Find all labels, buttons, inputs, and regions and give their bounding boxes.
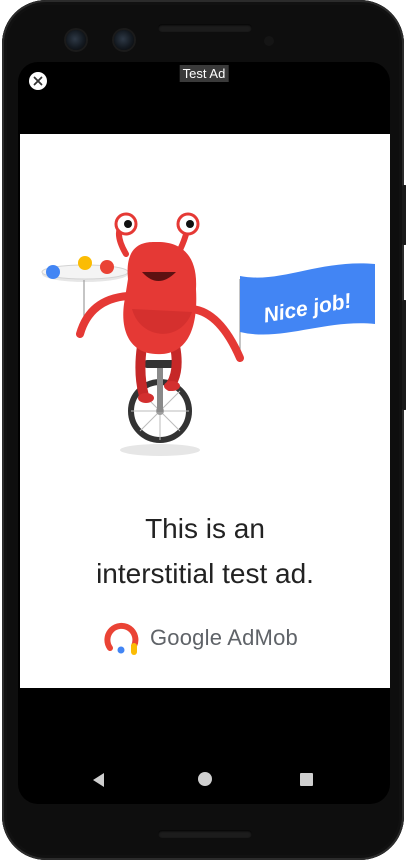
volume-button	[402, 185, 406, 245]
phone-frame: Test Ad Nice job! This is an interstitia…	[2, 0, 406, 860]
blue-ball	[46, 265, 60, 279]
admob-logo-icon	[104, 622, 139, 655]
ground-shadow	[120, 444, 200, 456]
proximity-sensor	[264, 36, 274, 46]
close-icon	[33, 76, 43, 86]
headline-line-2: interstitial test ad.	[96, 558, 314, 589]
back-icon[interactable]	[91, 772, 105, 788]
admob-brand: Google AdMob	[104, 620, 298, 656]
home-icon[interactable]	[198, 772, 212, 786]
ad-headline: This is an interstitial test ad.	[20, 506, 390, 596]
system-nav-bar	[18, 762, 390, 800]
power-button	[402, 300, 406, 410]
front-camera-2	[114, 30, 134, 50]
top-speaker	[158, 24, 252, 32]
ad-illustration: Nice job!	[41, 212, 375, 456]
test-ad-label: Test Ad	[179, 65, 229, 82]
screen: Test Ad Nice job! This is an interstitia…	[18, 62, 390, 804]
bottom-speaker	[158, 830, 252, 838]
headline-line-1: This is an	[145, 513, 265, 544]
yellow-ball	[78, 256, 92, 270]
interstitial-ad[interactable]: Nice job! This is an interstitial test a…	[20, 134, 390, 688]
front-camera-1	[66, 30, 86, 50]
recents-icon[interactable]	[300, 773, 313, 786]
red-ball	[100, 260, 114, 274]
close-ad-button[interactable]	[29, 72, 47, 90]
device-stage: Test Ad Nice job! This is an interstitia…	[0, 0, 406, 862]
brand-name: Google AdMob	[150, 625, 298, 650]
nice-job-flag: Nice job!	[239, 263, 375, 362]
